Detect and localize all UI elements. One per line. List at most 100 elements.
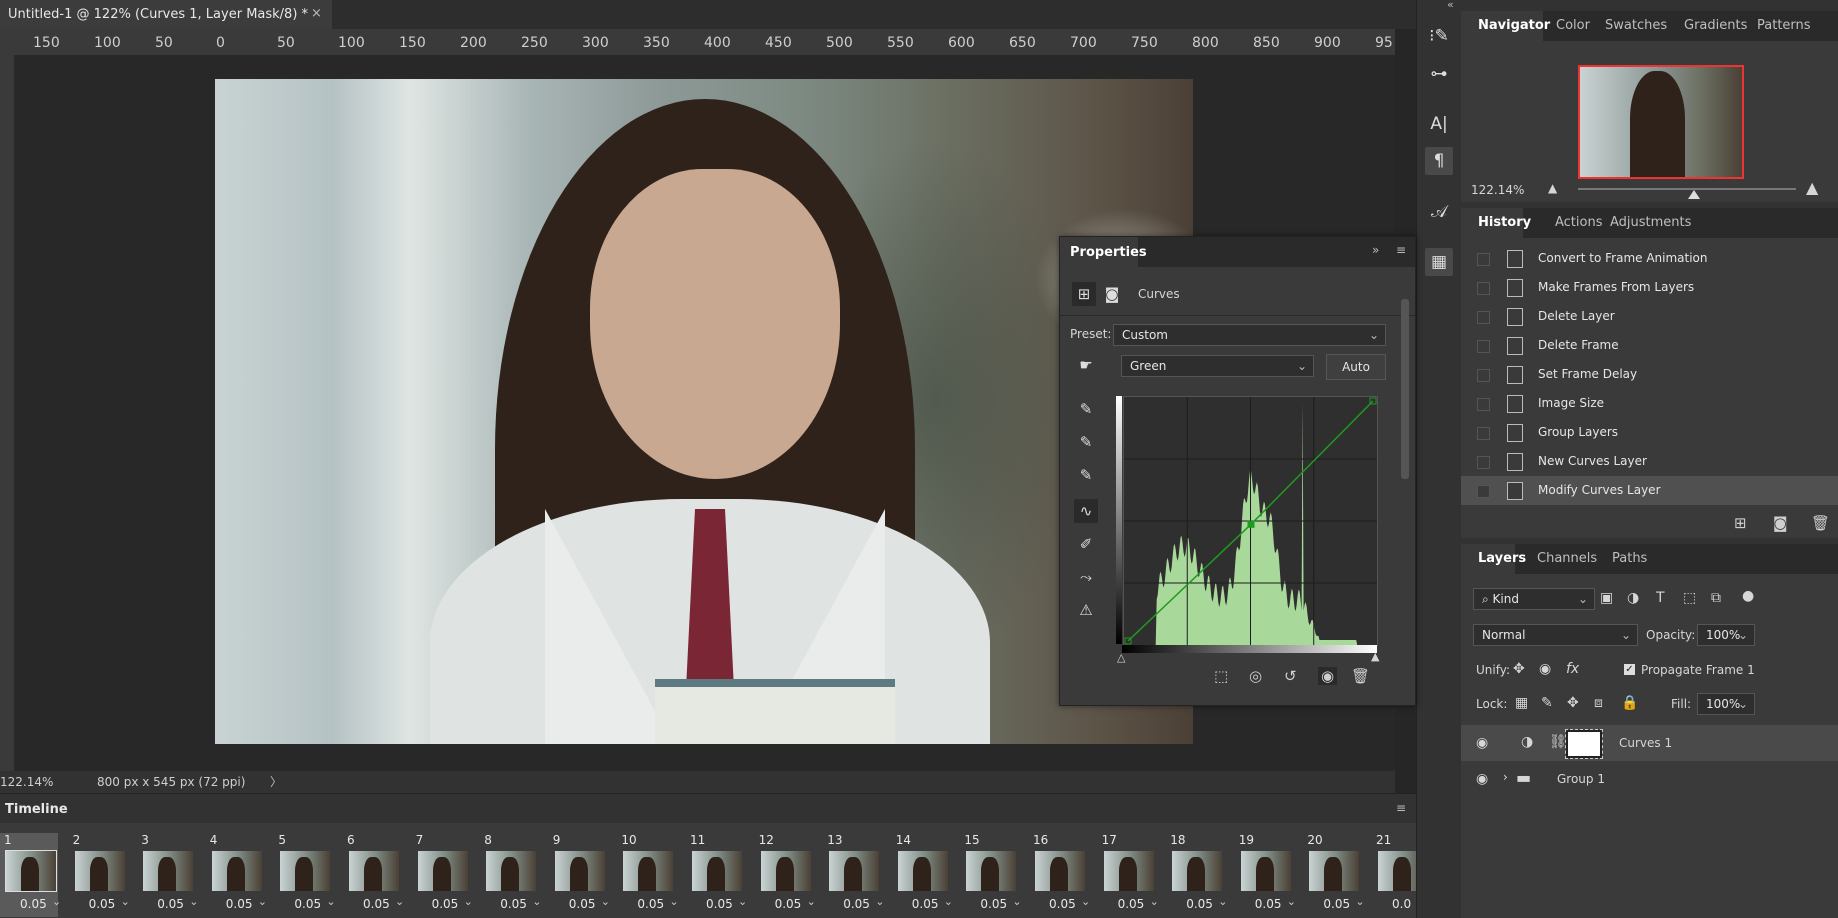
adjustments-sliders-icon[interactable]: ⊶ (1425, 60, 1453, 88)
frame-delay[interactable]: 0.05 (157, 897, 184, 911)
frame-delay[interactable]: 0.05 (569, 897, 596, 911)
frame-delay[interactable]: 0.05 (1118, 897, 1145, 911)
frame-delay[interactable]: 0.05 (363, 897, 390, 911)
history-item[interactable]: Group Layers (1461, 418, 1838, 447)
black-input-slider[interactable]: △ (1117, 651, 1125, 664)
collapse-icon[interactable]: « (1447, 0, 1454, 11)
timeline-frame[interactable]: 11 0.05 ⌄ (686, 833, 747, 917)
timeline-frame[interactable]: 8 0.05 ⌄ (480, 833, 541, 917)
frame-delay[interactable]: 0.05 (294, 897, 321, 911)
expand-group-icon[interactable]: › (1503, 770, 1508, 784)
frame-delay[interactable]: 0.0 (1392, 897, 1411, 911)
pencil-draw-icon[interactable]: ✐ (1074, 532, 1098, 556)
curve-point[interactable] (1247, 520, 1255, 528)
paragraph-icon[interactable]: ¶ (1425, 147, 1453, 175)
timeline-frame[interactable]: 1 0.05 ⌄ (0, 833, 61, 917)
tab-actions[interactable]: Actions (1555, 215, 1603, 230)
white-point-eyedropper-icon[interactable]: ✎ (1074, 463, 1098, 487)
history-item[interactable]: Set Frame Delay (1461, 360, 1838, 389)
timeline-frame[interactable]: 210.0⌄ (1372, 833, 1416, 917)
status-zoom[interactable]: 122.14% (0, 775, 53, 789)
timeline-frame[interactable]: 12 0.05 ⌄ (755, 833, 816, 917)
visibility-eye-icon[interactable]: ◉ (1476, 735, 1488, 751)
unify-style-icon[interactable]: fx (1566, 661, 1579, 677)
tab-adjustments[interactable]: Adjustments (1610, 215, 1691, 230)
lock-artboard-icon[interactable]: ⧈ (1594, 695, 1603, 711)
tab-patterns[interactable]: Patterns (1757, 18, 1811, 33)
timeline-frame[interactable]: 6 0.05 ⌄ (343, 833, 404, 917)
character-icon[interactable]: A| (1425, 110, 1453, 138)
frame-delay[interactable]: 0.05 (706, 897, 733, 911)
frame-delay[interactable]: 0.05 (775, 897, 802, 911)
history-item[interactable]: Delete Layer (1461, 302, 1838, 331)
timeline-frame[interactable]: 19 0.05 ⌄ (1235, 833, 1296, 917)
history-checkbox[interactable] (1477, 456, 1490, 469)
timeline-frame[interactable]: 5 0.05 ⌄ (274, 833, 335, 917)
frame-delay[interactable]: 0.05 (912, 897, 939, 911)
expand-panel-icon[interactable]: » (1372, 243, 1379, 257)
view-previous-state-icon[interactable]: ◎ (1249, 667, 1262, 685)
frame-delay[interactable]: 0.05 (1323, 897, 1350, 911)
propagate-checkbox[interactable]: ✓ (1624, 664, 1635, 675)
frame-delay[interactable]: 0.05 (20, 897, 47, 911)
toggle-visibility-icon[interactable]: ◉ (1318, 667, 1338, 685)
history-checkbox[interactable] (1477, 427, 1490, 440)
filter-pixel-icon[interactable]: ▣ (1600, 590, 1613, 606)
brush-settings-icon[interactable]: ⁝✎ (1425, 22, 1453, 50)
lock-transparent-icon[interactable]: ▦ (1515, 695, 1528, 711)
history-checkbox[interactable] (1477, 253, 1490, 266)
timeline-frame[interactable]: 16 0.05 ⌄ (1029, 833, 1090, 917)
history-item[interactable]: Modify Curves Layer (1461, 476, 1838, 505)
delete-state-icon[interactable]: 🗑 (1811, 514, 1830, 532)
tab-layers[interactable]: Layers (1478, 551, 1526, 566)
history-item[interactable]: New Curves Layer (1461, 447, 1838, 476)
zoom-out-icon[interactable]: ▲ (1548, 181, 1557, 195)
history-item[interactable]: Image Size (1461, 389, 1838, 418)
timeline-frame[interactable]: 9 0.05 ⌄ (549, 833, 610, 917)
filter-kind-select[interactable]: ⌕ Kind ⌄ (1473, 588, 1595, 610)
history-item[interactable]: Make Frames From Layers (1461, 273, 1838, 302)
timeline-frame[interactable]: 17 0.05 ⌄ (1098, 833, 1159, 917)
opacity-input[interactable]: 100% ⌄ (1697, 624, 1755, 646)
history-checkbox[interactable] (1477, 485, 1490, 498)
frame-delay[interactable]: 0.05 (432, 897, 459, 911)
mask-link-icon[interactable]: ⛓ (1549, 734, 1567, 750)
document-tab[interactable]: Untitled-1 @ 122% (Curves 1, Layer Mask/… (0, 0, 333, 29)
visibility-eye-icon[interactable]: ◉ (1476, 771, 1488, 787)
timeline-frame[interactable]: 18 0.05 ⌄ (1166, 833, 1227, 917)
frame-delay[interactable]: 0.05 (843, 897, 870, 911)
curve-edit-icon[interactable]: ∿ (1074, 499, 1098, 523)
timeline-frame[interactable]: 13 0.05 ⌄ (823, 833, 884, 917)
channel-select[interactable]: Green ⌄ (1121, 355, 1314, 377)
target-adjust-hand-icon[interactable]: ☛ (1074, 353, 1098, 377)
clipping-warning-icon[interactable]: ⚠ (1074, 598, 1098, 622)
filter-smart-object-icon[interactable]: ⧉ (1711, 590, 1721, 606)
lock-position-icon[interactable]: ✥ (1567, 695, 1579, 711)
unify-visibility-icon[interactable]: ◉ (1539, 661, 1551, 677)
delete-adjustment-icon[interactable]: 🗑 (1351, 667, 1370, 685)
tab-channels[interactable]: Channels (1537, 551, 1597, 566)
tab-history[interactable]: History (1478, 215, 1531, 230)
auto-button[interactable]: Auto (1326, 354, 1386, 380)
status-menu-arrow[interactable]: 〉 (270, 773, 282, 790)
frame-delay[interactable]: 0.05 (226, 897, 253, 911)
filter-type-icon[interactable]: T (1656, 590, 1665, 606)
layer-row-group[interactable]: ◉ › ▬ Group 1 (1461, 761, 1838, 797)
smooth-curve-icon[interactable]: ⤳ (1074, 565, 1098, 589)
filter-toggle-icon[interactable]: ● (1742, 588, 1754, 604)
mask-icon[interactable]: ◙ (1100, 282, 1124, 306)
navigator-zoom[interactable]: 122.14% (1471, 183, 1524, 197)
zoom-in-icon[interactable]: ▲ (1806, 178, 1818, 197)
layer-row-curves[interactable]: ◉ ◑ ⛓ Curves 1 (1461, 725, 1838, 761)
history-checkbox[interactable] (1477, 282, 1490, 295)
timeline-frame[interactable]: 4 0.05 ⌄ (206, 833, 267, 917)
lock-all-icon[interactable]: 🔒 (1621, 695, 1638, 711)
timeline-menu-icon[interactable]: ≡ (1396, 801, 1406, 815)
tab-color[interactable]: Color (1556, 18, 1590, 33)
filter-adjustment-icon[interactable]: ◑ (1627, 590, 1639, 606)
frame-delay[interactable]: 0.05 (1049, 897, 1076, 911)
glyphs-icon[interactable]: 𝒜 (1425, 198, 1453, 226)
timeline-frame[interactable]: 15 0.05 ⌄ (960, 833, 1021, 917)
lock-image-icon[interactable]: ✎ (1541, 695, 1553, 711)
preset-select[interactable]: Custom ⌄ (1113, 324, 1386, 346)
